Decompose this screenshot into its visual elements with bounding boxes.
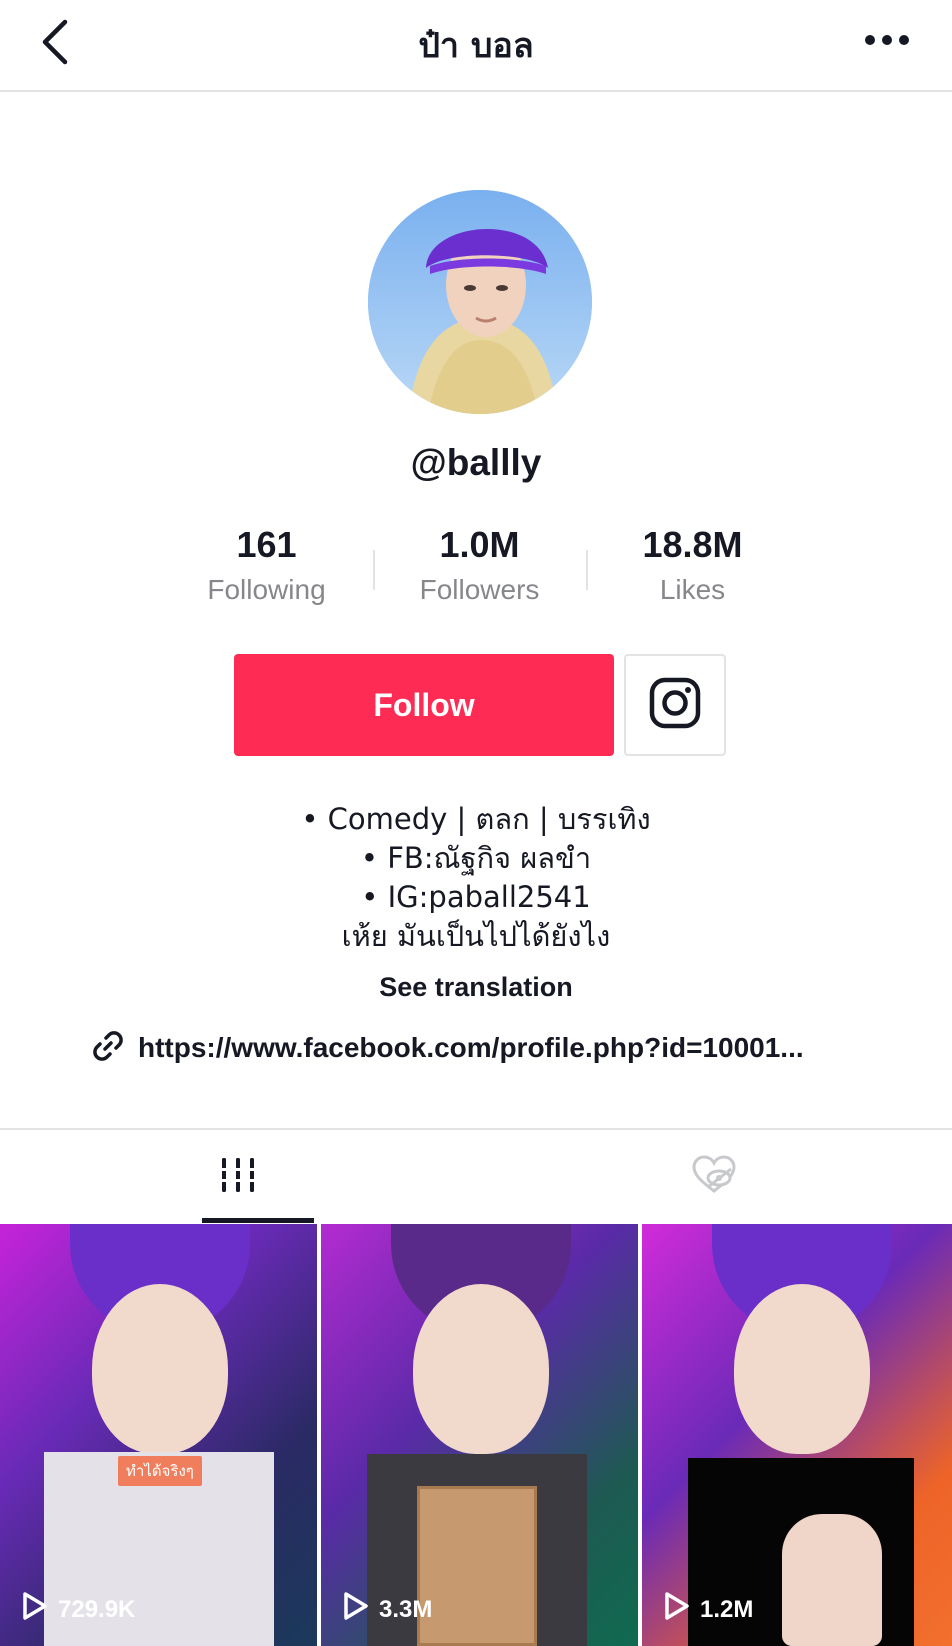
stat-followers[interactable]: 1.0M Followers [373, 520, 586, 606]
top-bar: ป๋า บอล [0, 0, 952, 92]
video-grid: ทำได้จริงๆ 729.9K 3.3M 1.2M [0, 1224, 952, 1646]
bio: • Comedy | ตลก | บรรเทิง • FB:ณัฐกิจ ผลข… [0, 800, 952, 956]
thumbnail-chocolate [417, 1486, 537, 1646]
view-count: 3.3M [343, 1591, 432, 1628]
play-icon [343, 1591, 379, 1628]
profile-stats: 161 Following 1.0M Followers 18.8M Likes [160, 520, 800, 620]
video-tile[interactable]: ทำได้จริงๆ 729.9K [0, 1224, 317, 1646]
stat-likes[interactable]: 18.8M Likes [586, 520, 799, 606]
thumbnail-figure [734, 1284, 870, 1454]
stat-value: 161 [236, 524, 297, 565]
thumbnail-hand [782, 1514, 882, 1646]
stat-value: 1.0M [439, 524, 520, 565]
active-tab-indicator [202, 1218, 314, 1223]
more-button[interactable] [852, 22, 922, 62]
bio-line: • FB:ณัฐกิจ ผลขำ [360, 841, 592, 875]
profile-link[interactable]: https://www.facebook.com/profile.php?id=… [92, 1026, 892, 1070]
tab-liked[interactable] [476, 1130, 952, 1224]
more-horizontal-icon [864, 33, 910, 51]
stat-label: Likes [659, 574, 726, 605]
bio-line: • IG:paball2541 [361, 880, 591, 914]
view-count-text: 1.2M [700, 1595, 754, 1623]
instagram-button[interactable] [624, 654, 726, 756]
bio-line: เห้ย มันเป็นไปได้ยังไง [341, 919, 611, 953]
thumbnail-figure [92, 1284, 228, 1454]
video-tile[interactable]: 1.2M [642, 1224, 952, 1646]
stat-label: Followers [419, 574, 540, 605]
stat-label: Following [207, 574, 326, 605]
see-translation-link[interactable]: See translation [0, 972, 952, 1003]
page-title: ป๋า บอล [418, 26, 534, 66]
link-icon [92, 1030, 124, 1067]
heart-hidden-icon [691, 1154, 737, 1200]
thumbnail-figure [413, 1284, 549, 1454]
username: @ballly [410, 442, 542, 483]
view-count-text: 3.3M [379, 1595, 433, 1623]
view-count-text: 729.9K [58, 1595, 136, 1623]
bio-line: • Comedy | ตลก | บรรเทิง [301, 802, 651, 836]
video-tile[interactable]: 3.3M [321, 1224, 638, 1646]
tab-videos[interactable] [0, 1130, 476, 1224]
view-count: 729.9K [22, 1591, 135, 1628]
view-count: 1.2M [664, 1591, 753, 1628]
avatar-image [368, 190, 592, 414]
video-caption-tag: ทำได้จริงๆ [118, 1456, 202, 1486]
instagram-icon [649, 677, 701, 734]
content-tabs [0, 1128, 952, 1224]
grid-bars-icon [219, 1156, 257, 1199]
stat-following[interactable]: 161 Following [160, 520, 373, 606]
link-text: https://www.facebook.com/profile.php?id=… [138, 1032, 804, 1063]
play-icon [22, 1591, 58, 1628]
stat-value: 18.8M [642, 524, 743, 565]
follow-button[interactable]: Follow [234, 654, 614, 756]
play-icon [664, 1591, 700, 1628]
avatar[interactable] [368, 190, 592, 414]
